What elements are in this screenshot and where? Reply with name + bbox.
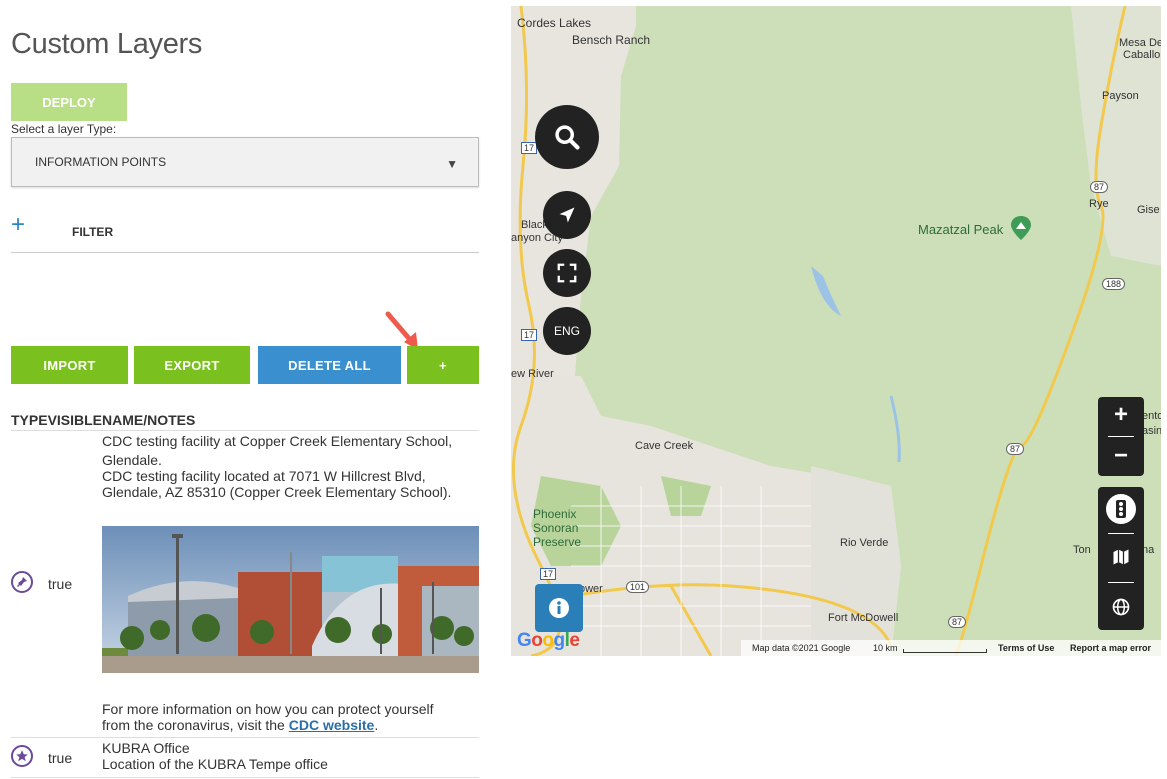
satellite-globe-button[interactable] [1106, 592, 1136, 622]
table-header: TYPEVISIBLENAME/NOTES [11, 412, 196, 428]
delete-all-button[interactable]: DELETE ALL [258, 346, 401, 384]
row-visible-value: true [48, 750, 73, 766]
highway-shield: 188 [1102, 278, 1126, 290]
divider [1108, 533, 1134, 534]
row-description-cont: Glendale, AZ 85310 (Copper Creek Element… [102, 484, 452, 500]
map-label: Phoenix [533, 507, 577, 521]
star-icon [11, 745, 33, 767]
highway-shield: 87 [1006, 443, 1025, 455]
map-label: Fort McDowell [828, 612, 899, 624]
chevron-down-icon: ▼ [446, 157, 458, 171]
map-label: Payson [1102, 90, 1139, 102]
layer-type-label: Select a layer Type: [11, 122, 117, 136]
map-view[interactable]: Cordes Lakes Bensch Ranch Mesa De Caball… [511, 6, 1161, 656]
map-label: Cave Creek [635, 440, 694, 452]
fullscreen-icon [557, 263, 577, 283]
traffic-toggle-button[interactable] [1106, 494, 1136, 524]
more-info-text: For more information on how you can prot… [102, 701, 434, 717]
map-label: Bensch Ranch [572, 33, 651, 47]
map-scale-label: 10 km [873, 643, 898, 653]
map-label: Caballo [1123, 49, 1161, 61]
layer-type-select[interactable]: INFORMATION POINTS ▼ [11, 137, 479, 187]
highway-shield: 17 [540, 568, 557, 580]
row-visible-value: true [48, 576, 73, 592]
more-info-text-cont: from the coronavirus, visit the [102, 717, 289, 733]
map-label: Gise [1137, 204, 1160, 216]
divider [11, 737, 479, 738]
table-row-notes: KUBRA Office Location of the KUBRA Tempe… [102, 740, 328, 772]
navigation-arrow-icon [559, 207, 575, 223]
globe-icon [1112, 598, 1130, 616]
table-row-more-info: For more information on how you can prot… [102, 701, 434, 733]
fullscreen-button[interactable] [543, 249, 591, 297]
cdc-website-link[interactable]: CDC website [289, 717, 375, 733]
map-scale-bar [903, 649, 987, 653]
period: . [374, 717, 379, 733]
zoom-out-button[interactable]: − [1098, 439, 1144, 473]
row-description: CDC testing facility located at 7071 W H… [102, 468, 426, 484]
map-label: ento [1142, 410, 1161, 422]
map-label: Ton [1073, 544, 1091, 556]
import-button[interactable]: IMPORT [11, 346, 128, 384]
search-icon [555, 125, 580, 150]
map-label: asin [1142, 425, 1161, 437]
school-photo [102, 526, 479, 673]
row-description: Location of the KUBRA Tempe office [102, 756, 328, 772]
zoom-in-button[interactable]: + [1098, 397, 1144, 433]
add-filter-icon[interactable]: + [11, 213, 25, 237]
page-title: Custom Layers [11, 28, 203, 60]
highway-shield: 17 [521, 329, 538, 341]
locate-me-button[interactable] [543, 191, 591, 239]
map-label: ew River [511, 368, 554, 380]
filter-label: FILTER [72, 225, 114, 239]
traffic-light-icon [1116, 500, 1126, 518]
divider [1108, 436, 1134, 437]
terms-of-use-link[interactable]: Terms of Use [998, 643, 1054, 653]
report-map-error-link[interactable]: Report a map error [1070, 643, 1151, 653]
map-label: Preserve [533, 535, 582, 549]
deploy-button[interactable]: DEPLOY [11, 83, 127, 121]
map-attribution: Map data ©2021 Google [752, 643, 851, 653]
map-terrain [511, 6, 1161, 656]
divider [11, 777, 479, 778]
info-button[interactable] [535, 584, 583, 632]
map-search-button[interactable] [535, 105, 599, 169]
highway-shield: 87 [948, 616, 967, 628]
map-label: Rye [1089, 198, 1109, 210]
highway-shield: 17 [521, 142, 538, 154]
map-type-button[interactable] [1106, 542, 1136, 572]
add-layer-item-button[interactable]: + [407, 346, 479, 384]
language-button[interactable]: ENG [543, 307, 591, 355]
map-footer: Map data ©2021 Google 10 km Terms of Use… [511, 640, 1161, 656]
zoom-control: + − [1098, 397, 1144, 476]
map-layers-control [1098, 487, 1144, 630]
peak-marker-icon [1011, 216, 1031, 240]
row-name: CDC testing facility at Copper Creek Ele… [102, 433, 453, 449]
layer-type-selected-value: INFORMATION POINTS [35, 155, 167, 169]
pin-icon [11, 571, 33, 593]
row-name-cont: Glendale. [102, 452, 162, 468]
row-name: KUBRA Office [102, 740, 190, 756]
mazatzal-peak-label: Mazatzal Peak [918, 222, 1004, 237]
map-label: Sonoran [533, 521, 579, 535]
map-label: Rio Verde [840, 537, 889, 549]
divider [1108, 582, 1134, 583]
table-row-notes: CDC testing facility at Copper Creek Ele… [102, 433, 452, 500]
map-label: Mesa De [1119, 37, 1161, 49]
export-button[interactable]: EXPORT [134, 346, 250, 384]
info-icon [549, 598, 569, 618]
highway-shield: 101 [626, 581, 650, 593]
divider [11, 430, 479, 431]
divider [11, 252, 479, 253]
map-icon [1113, 549, 1129, 565]
map-label: Cordes Lakes [517, 16, 592, 30]
highway-shield: 87 [1090, 181, 1109, 193]
